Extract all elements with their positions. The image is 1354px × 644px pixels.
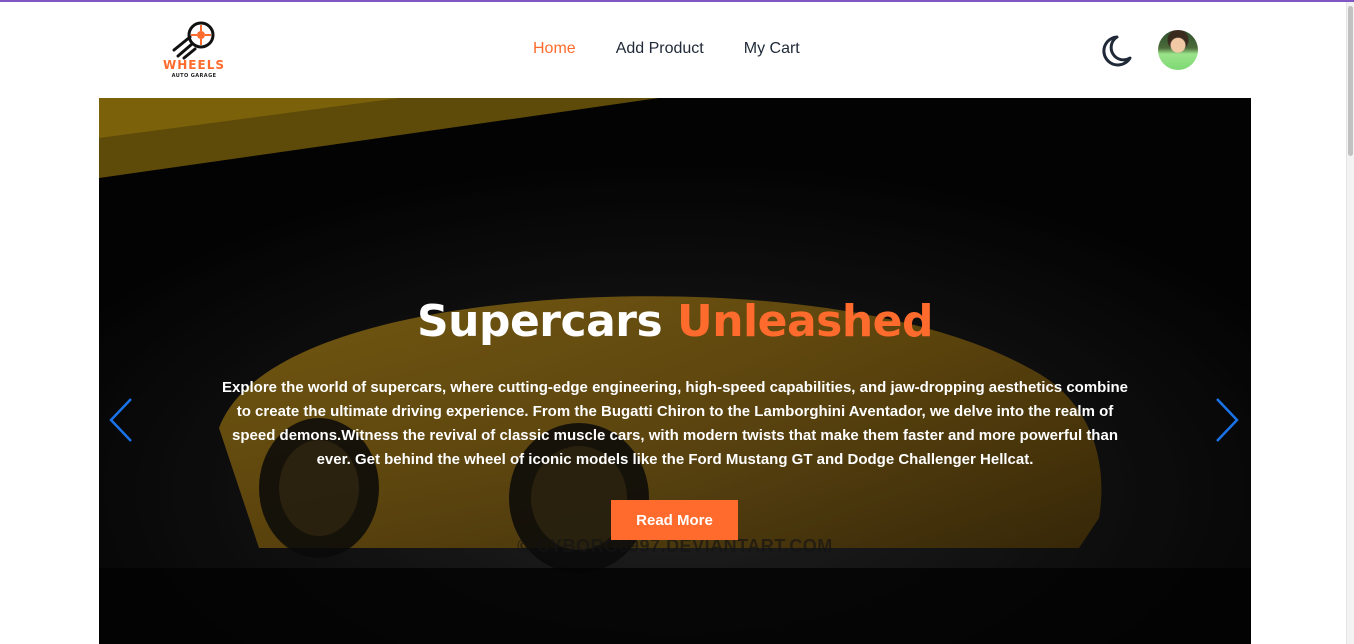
read-more-button[interactable]: Read More	[611, 500, 738, 540]
wheel-icon	[172, 21, 215, 60]
main-nav: Home Add Product My Cart	[533, 40, 840, 58]
logo-name: WHEELS	[163, 58, 225, 72]
page-scrollbar[interactable]	[1346, 2, 1354, 644]
hero-description: Explore the world of supercars, where cu…	[222, 379, 1128, 468]
hero-title: Supercars Unleashed	[99, 296, 1251, 347]
chevron-right-icon	[1216, 398, 1239, 442]
site-logo[interactable]: WHEELS AUTO GARAGE	[158, 20, 230, 82]
hero-title-main: Supercars	[416, 296, 663, 347]
logo-tagline: AUTO GARAGE	[171, 73, 217, 79]
hero-overlay	[99, 98, 1251, 644]
site-header: WHEELS AUTO GARAGE Home Add Product My C…	[0, 2, 1346, 98]
hero-carousel: Supercars Unleashed Explore the world of…	[99, 98, 1251, 644]
nav-my-cart[interactable]: My Cart	[744, 40, 800, 58]
hero-title-accent: Unleashed	[677, 296, 934, 347]
carousel-next-button[interactable]	[1211, 396, 1241, 444]
moon-icon	[1102, 35, 1132, 67]
carousel-prev-button[interactable]	[107, 396, 137, 444]
user-avatar[interactable]	[1158, 30, 1198, 70]
nav-add-product[interactable]: Add Product	[616, 40, 704, 58]
scrollbar-thumb[interactable]	[1348, 6, 1353, 156]
nav-home[interactable]: Home	[533, 40, 576, 58]
chevron-left-icon	[109, 398, 132, 442]
theme-toggle-button[interactable]	[1095, 32, 1135, 72]
